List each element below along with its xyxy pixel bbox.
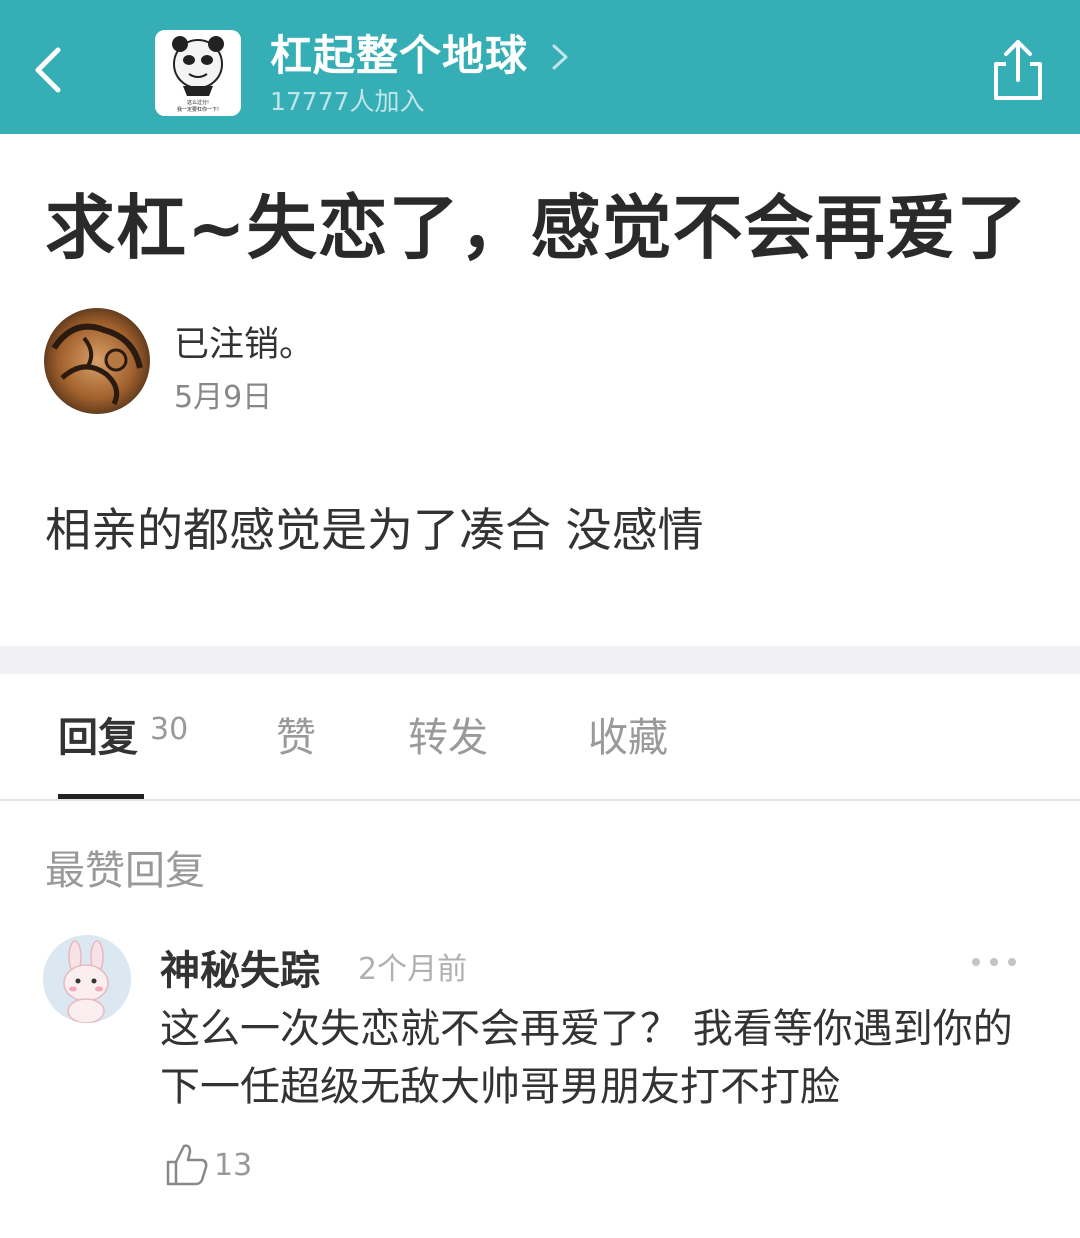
top-replies-label: 最赞回复 — [45, 848, 205, 894]
group-name[interactable]: 杠起整个地球 — [270, 30, 528, 82]
author-name[interactable]: 已注销。 — [174, 316, 314, 367]
panda-meme-icon: 这么过分! 我一定要杠你一下! — [155, 30, 241, 116]
tab-replies-count: 30 — [150, 712, 189, 747]
like-count: 13 — [214, 1148, 253, 1183]
post-date: 5月9日 — [174, 380, 273, 415]
back-arrow-icon[interactable] — [22, 40, 82, 100]
tab-reposts[interactable]: 转发 — [408, 710, 488, 766]
reply-author-name[interactable]: 神秘失踪 — [160, 938, 320, 996]
share-icon[interactable] — [986, 36, 1050, 104]
tabs-divider — [0, 799, 1080, 801]
tab-replies[interactable]: 回复 — [58, 710, 138, 766]
author-avatar[interactable] — [44, 308, 150, 414]
reply-author-avatar[interactable] — [43, 935, 131, 1023]
section-divider — [0, 646, 1080, 674]
chevron-right-icon[interactable] — [548, 40, 572, 74]
tab-likes[interactable]: 赞 — [276, 710, 316, 766]
top-nav-bar: 这么过分! 我一定要杠你一下! 杠起整个地球 17777人加入 — [0, 0, 1080, 134]
more-options-icon[interactable] — [966, 950, 1022, 974]
post-title: 求杠~失恋了，感觉不会再爱了 — [45, 187, 1028, 269]
thumbs-up-icon[interactable] — [164, 1140, 210, 1188]
group-avatar[interactable]: 这么过分! 我一定要杠你一下! — [155, 30, 241, 116]
group-avatar-caption-1: 这么过分! — [187, 99, 209, 106]
reply-text: 这么一次失恋就不会再爱了？ 我看等你遇到你的下一任超级无敌大帅哥男朋友打不打脸 — [160, 1006, 1013, 1110]
tab-favorites[interactable]: 收藏 — [588, 710, 668, 766]
group-avatar-caption-2: 我一定要杠你一下! — [177, 106, 219, 113]
group-member-count: 17777人加入 — [270, 87, 425, 116]
post-body: 相亲的都感觉是为了凑合 没感情 — [45, 503, 704, 557]
reply-time: 2个月前 — [358, 952, 468, 987]
